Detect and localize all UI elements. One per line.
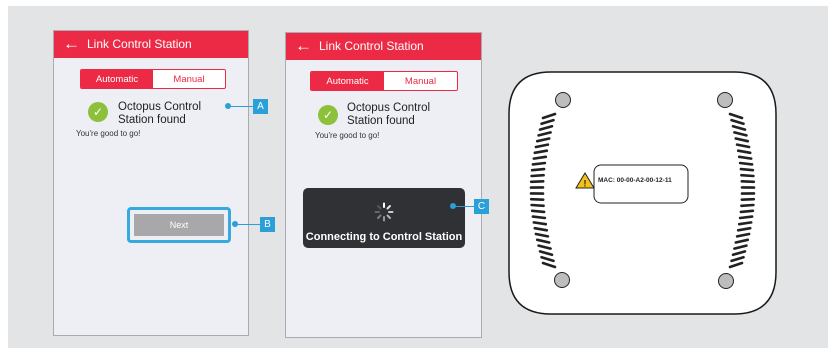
vent-slot <box>530 203 545 208</box>
vent-slot <box>530 173 545 178</box>
callout-c-line <box>454 206 474 207</box>
vent-slot <box>532 221 548 226</box>
back-arrow-icon[interactable]: ← <box>295 35 312 57</box>
vent-slot <box>531 161 547 166</box>
station-found-line-2: Station found <box>118 114 186 126</box>
station-found-line-1: Octopus Control <box>347 102 431 114</box>
vent-slot <box>739 209 755 214</box>
tab-manual[interactable]: Manual <box>384 72 457 90</box>
vent-slot <box>530 167 546 172</box>
phone-screen-2: ← Link Control Station Automatic Manual … <box>285 32 482 338</box>
vent-slot <box>529 197 545 201</box>
callout-b-label: B <box>260 217 275 232</box>
station-found-line-2: Station found <box>347 115 415 127</box>
header-title: Link Control Station <box>319 39 424 53</box>
mac-label-box <box>593 164 689 204</box>
callout-c-label: C <box>474 199 489 214</box>
vent-slot <box>740 173 755 178</box>
vent-slot <box>740 203 755 208</box>
connecting-toast: Connecting to Control Station <box>303 188 465 248</box>
foot-bottom-right <box>718 273 734 289</box>
connecting-text: Connecting to Control Station <box>305 231 463 243</box>
spinner-icon <box>374 202 394 222</box>
mode-toggle: Automatic Manual <box>310 71 458 91</box>
next-button-highlight: Next <box>127 207 231 243</box>
control-station-device: ! <box>508 71 777 315</box>
good-to-go-text: You're good to go! <box>315 131 380 140</box>
vent-slot <box>739 167 755 172</box>
vent-slot <box>737 221 753 226</box>
vent-slot <box>531 215 547 220</box>
good-to-go-text: You're good to go! <box>76 129 141 138</box>
svg-text:!: ! <box>584 179 587 189</box>
foot-bottom-left <box>554 272 570 288</box>
check-icon: ✓ <box>88 102 108 122</box>
header-title: Link Control Station <box>87 37 192 51</box>
foot-top-right <box>717 92 733 108</box>
foot-top-left <box>555 92 571 108</box>
vent-slot <box>532 155 548 160</box>
vent-slot <box>740 197 756 201</box>
vent-slot <box>740 180 756 184</box>
vent-slot <box>737 155 753 160</box>
vent-slot <box>738 161 754 166</box>
tab-automatic[interactable]: Automatic <box>311 72 384 90</box>
tab-automatic[interactable]: Automatic <box>81 70 153 88</box>
next-button[interactable]: Next <box>134 214 224 236</box>
check-icon: ✓ <box>318 105 338 125</box>
station-found-text: Octopus Control Station found <box>347 102 477 128</box>
callout-b-line <box>236 224 260 225</box>
back-arrow-icon[interactable]: ← <box>63 33 80 55</box>
callout-a-line <box>229 106 253 107</box>
stage: ← Link Control Station Automatic Manual … <box>0 0 834 354</box>
callout-a-label: A <box>253 99 268 114</box>
mac-address-label: MAC: 00-00-A2-00-12-11 <box>598 177 672 184</box>
phone-screen-1: ← Link Control Station Automatic Manual … <box>53 30 249 336</box>
vent-slot <box>529 180 545 184</box>
tab-manual[interactable]: Manual <box>153 70 225 88</box>
mode-toggle: Automatic Manual <box>80 69 226 89</box>
app-header: ← Link Control Station <box>286 33 481 60</box>
app-header: ← Link Control Station <box>54 31 248 58</box>
vent-slot <box>738 215 754 220</box>
vent-slot <box>530 209 546 214</box>
